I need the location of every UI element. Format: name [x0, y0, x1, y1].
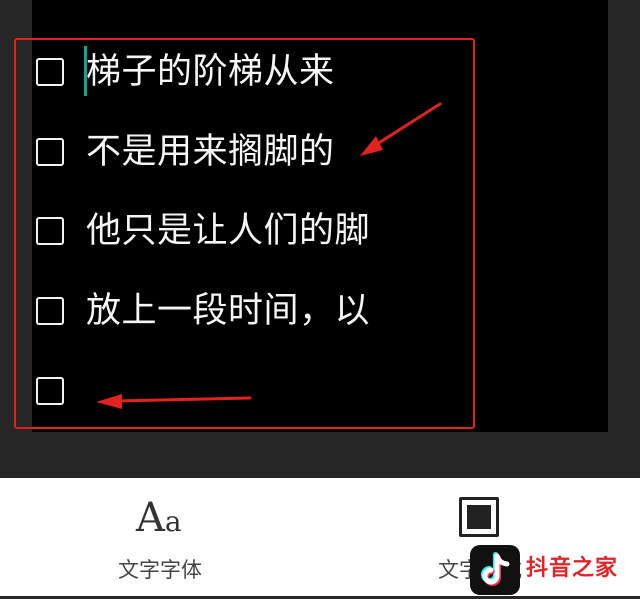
aa-font-icon: Aa — [136, 495, 182, 541]
watermark-text: 抖音之家 — [526, 556, 619, 581]
tiktok-logo-icon — [470, 545, 520, 595]
annotation-arrow-lower — [96, 394, 252, 409]
annotation-arrows — [96, 102, 442, 409]
font-label: 文字字体 — [118, 558, 202, 582]
square-style-icon — [459, 497, 499, 537]
watermark: 抖音之家 — [470, 545, 640, 595]
font-button[interactable]: Aa 文字字体 — [100, 478, 220, 596]
annotation-arrow-upper — [360, 102, 442, 156]
